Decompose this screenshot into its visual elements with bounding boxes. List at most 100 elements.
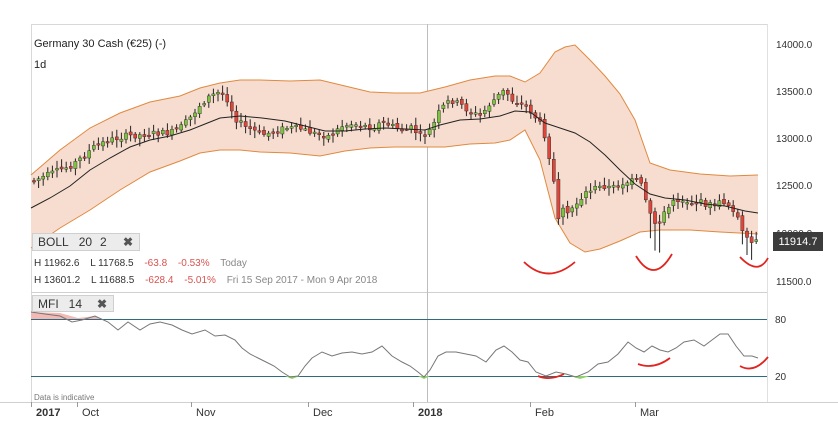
candle-body: [147, 134, 151, 137]
candle-body: [211, 93, 216, 96]
candle-body: [64, 167, 68, 170]
candle-body: [340, 126, 345, 131]
candle-body: [87, 150, 91, 159]
candle-body: [312, 131, 317, 134]
candle-body: [625, 182, 630, 186]
candle-body: [252, 126, 257, 131]
candle-body: [745, 230, 749, 238]
candle-body: [59, 166, 64, 170]
candle-body: [653, 211, 657, 224]
instrument-title: Germany 30 Cash (€25) (-): [34, 38, 167, 50]
candle-body: [32, 180, 36, 183]
stat-percent: -5.01%: [184, 275, 216, 286]
candle-body: [690, 203, 694, 206]
stat-low: L 11768.5: [90, 258, 134, 269]
candle-body: [726, 202, 731, 206]
candle-body: [749, 236, 754, 243]
candle-body: [450, 100, 455, 104]
candle-body: [183, 119, 188, 126]
candle-body: [326, 135, 331, 140]
mfi-indicator-badge[interactable]: MFI 14 ✖: [32, 295, 114, 312]
candle-body: [50, 170, 55, 174]
candle-body: [119, 138, 124, 142]
candle-body: [114, 136, 119, 140]
candle-body: [441, 104, 446, 109]
candle-body: [657, 221, 662, 224]
candle-body: [197, 106, 202, 115]
x-tick-label: Nov: [196, 407, 216, 419]
candle-body: [611, 185, 616, 188]
candle-body: [561, 207, 565, 218]
candle-body: [492, 99, 496, 105]
candle-body: [754, 239, 758, 242]
candle-body: [174, 127, 179, 130]
candle-body: [248, 126, 253, 129]
candle-body: [515, 103, 519, 105]
candle-body: [229, 101, 234, 112]
boll-label: BOLL: [38, 235, 69, 249]
candle-body: [36, 178, 41, 181]
close-icon[interactable]: ✖: [123, 235, 133, 249]
y-tick-label: 11500.0: [776, 277, 812, 288]
stats-today-row: H 11962.6 L 11768.5 -63.8 -0.53% Today: [34, 258, 255, 269]
candle-body: [257, 130, 262, 133]
candle-body: [280, 126, 285, 135]
candle-body: [547, 136, 551, 159]
price-chart[interactable]: 14000.013500.013000.012500.012000.011500…: [0, 0, 838, 439]
candle-body: [202, 103, 207, 106]
bollinger-band-fill: [31, 45, 758, 252]
candle-body: [266, 132, 271, 137]
timeframe-label[interactable]: 1d: [34, 59, 46, 71]
annotation-curve: [739, 356, 769, 370]
candle-body: [46, 172, 50, 178]
candle-body: [455, 100, 460, 103]
candle-body: [91, 145, 96, 150]
candle-body: [101, 141, 105, 147]
candle-body: [78, 157, 82, 161]
candle-body: [496, 93, 501, 100]
candle-body: [473, 112, 478, 115]
candle-body: [395, 123, 400, 129]
candle-body: [487, 105, 492, 112]
candle-body: [225, 94, 230, 103]
candle-body: [128, 131, 133, 136]
stat-change: -63.8: [144, 258, 168, 269]
candle-body: [423, 134, 427, 137]
candle-body: [271, 131, 276, 134]
close-icon[interactable]: ✖: [97, 297, 107, 311]
mfi-period: 14: [68, 296, 83, 311]
candle-body: [354, 124, 358, 127]
candle-body: [565, 205, 570, 214]
x-tick-label: Oct: [82, 407, 99, 419]
candle-body: [151, 130, 156, 134]
boll-period: 20: [78, 235, 93, 249]
y-tick-label: 14000.0: [776, 40, 813, 51]
candle-body: [699, 199, 703, 203]
chart-window[interactable]: 14000.013500.013000.012500.012000.011500…: [0, 0, 838, 439]
candle-body: [680, 200, 685, 203]
candle-body: [82, 156, 87, 159]
candle-body: [188, 116, 193, 120]
candle-body: [68, 166, 73, 169]
candle-body: [285, 128, 289, 131]
candle-body: [662, 211, 666, 223]
mfi-label: MFI: [38, 296, 59, 311]
x-tick-label: Dec: [313, 407, 333, 419]
candle-body: [276, 131, 280, 134]
candle-body: [345, 125, 349, 128]
y-tick-label: 13000.0: [776, 134, 813, 145]
x-tick-label: 2018: [418, 407, 442, 419]
candle-body: [73, 161, 78, 169]
annotation-curve: [523, 261, 576, 275]
candle-body: [524, 104, 528, 107]
y-tick-label: 12500.0: [776, 181, 813, 192]
boll-indicator-badge[interactable]: BOLL 20 2 ✖: [32, 233, 140, 251]
candle-body: [156, 131, 161, 136]
candle-body: [105, 141, 110, 144]
candle-body: [588, 190, 593, 193]
annotation-curve: [637, 357, 671, 367]
candle-body: [602, 185, 607, 189]
candle-body: [418, 131, 423, 134]
candle-body: [317, 132, 322, 135]
candle-body: [506, 90, 510, 95]
